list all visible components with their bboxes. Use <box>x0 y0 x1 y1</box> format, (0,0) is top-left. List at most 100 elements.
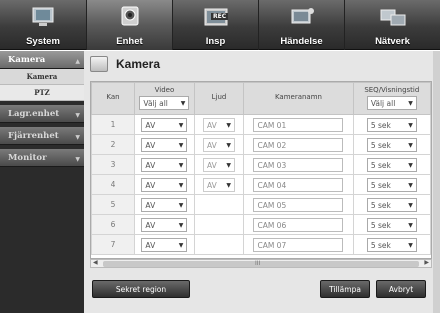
camera-name-input[interactable]: CAM 06 <box>253 217 344 232</box>
scroll-right-icon[interactable]: ▶ <box>424 259 429 266</box>
seq-select[interactable]: 5 sek ▼ <box>366 217 417 232</box>
tab-natverk-label: Nätverk <box>375 36 410 47</box>
seq-select[interactable]: 5 sek ▼ <box>366 197 417 212</box>
page-title: Kamera <box>116 57 161 71</box>
sidebar-group-label: Lagr.enhet <box>8 109 60 119</box>
dropdown-arrow-icon: ▼ <box>226 161 232 169</box>
dropdown-arrow-icon: ▼ <box>178 221 184 229</box>
sidebar-group-kamera[interactable]: Kamera ▲ <box>0 51 84 69</box>
audio-cell-empty <box>193 194 245 215</box>
scrollbar-thumb[interactable] <box>103 261 419 267</box>
sidebar-group-label: Monitor <box>8 153 47 163</box>
system-icon <box>32 7 54 26</box>
sidebar-group-fjarrenhet[interactable]: Fjärrenhet ▼ <box>0 127 84 145</box>
dropdown-arrow-icon: ▼ <box>226 121 232 129</box>
apply-button[interactable]: Tillämpa <box>320 280 370 298</box>
event-icon <box>291 8 314 24</box>
camera-name-input[interactable]: CAM 01 <box>253 117 344 132</box>
row-number: 5 <box>91 194 136 215</box>
table-row: 3 AV ▼ AV ▼ CAM 03 5 sek ▼ <box>91 154 431 175</box>
sidebar-item-kamera[interactable]: Kamera <box>0 69 84 85</box>
dropdown-arrow-icon: ▼ <box>178 121 184 129</box>
panel-header: Kamera <box>90 54 160 74</box>
col-kameranamn: Kameranamn <box>243 82 354 115</box>
dropdown-arrow-icon: ▼ <box>408 181 413 189</box>
sidebar-item-ptz[interactable]: PTZ <box>0 85 84 101</box>
sidebar-group-label: Kamera <box>8 55 46 65</box>
tab-system-label: System <box>26 36 60 47</box>
sidebar-group-lagrenhet[interactable]: Lagr.enhet ▼ <box>0 105 84 123</box>
seq-select[interactable]: 5 sek ▼ <box>366 157 417 172</box>
video-select[interactable]: AV ▼ <box>141 237 188 252</box>
cancel-button[interactable]: Avbryt <box>376 280 426 298</box>
seq-select[interactable]: 5 sek ▼ <box>366 137 417 152</box>
table-row: 7 AV ▼ CAM 07 5 sek ▼ <box>91 234 431 255</box>
video-select-all[interactable]: Välj all ▼ <box>139 96 190 110</box>
col-kan: Kan <box>91 82 136 115</box>
audio-select[interactable]: AV ▼ <box>203 137 236 152</box>
seq-select[interactable]: 5 sek ▼ <box>366 177 417 192</box>
col-video: Video Välj all ▼ <box>134 82 195 115</box>
expand-icon: ▼ <box>75 156 80 163</box>
rec-badge: REC <box>211 13 229 20</box>
tab-insp-label: Insp <box>205 36 226 47</box>
tab-natverk[interactable]: Nätverk <box>344 0 440 50</box>
audio-select[interactable]: AV ▼ <box>203 117 236 132</box>
row-number: 6 <box>91 214 136 235</box>
tab-system[interactable]: System <box>0 0 86 50</box>
seq-select-all[interactable]: Välj all ▼ <box>366 96 417 110</box>
video-select[interactable]: AV ▼ <box>141 157 188 172</box>
sidebar-group-label: Fjärrenhet <box>8 131 59 141</box>
dropdown-arrow-icon: ▼ <box>408 221 413 229</box>
camera-icon <box>90 56 108 72</box>
camera-name-input[interactable]: CAM 05 <box>253 197 344 212</box>
device-icon <box>121 6 138 26</box>
video-select[interactable]: AV ▼ <box>141 197 188 212</box>
table-row: 2 AV ▼ AV ▼ CAM 02 5 sek ▼ <box>91 134 431 155</box>
collapse-icon: ▲ <box>75 58 80 65</box>
video-select[interactable]: AV ▼ <box>141 137 188 152</box>
dropdown-arrow-icon: ▼ <box>408 121 413 129</box>
secret-region-button[interactable]: Sekret region <box>92 280 190 298</box>
video-select[interactable]: AV ▼ <box>141 217 188 232</box>
col-seq: SEQ/Visningstid Välj all ▼ <box>352 82 431 115</box>
audio-cell-empty <box>193 234 245 255</box>
row-number: 4 <box>91 174 136 195</box>
dropdown-arrow-icon: ▼ <box>178 141 184 149</box>
dropdown-arrow-icon: ▼ <box>408 201 413 209</box>
camera-name-input[interactable]: CAM 04 <box>253 177 344 192</box>
row-number: 3 <box>91 154 136 175</box>
camera-name-input[interactable]: CAM 02 <box>253 137 344 152</box>
scroll-left-icon[interactable]: ◀ <box>93 259 98 266</box>
camera-panel: Kamera Kan Video Välj all ▼ Ljud Kamerana… <box>84 51 440 313</box>
dropdown-arrow-icon: ▼ <box>178 201 184 209</box>
seq-select[interactable]: 5 sek ▼ <box>366 117 417 132</box>
audio-select[interactable]: AV ▼ <box>203 157 236 172</box>
camera-name-input[interactable]: CAM 03 <box>253 157 344 172</box>
tab-insp[interactable]: REC Insp <box>172 0 258 50</box>
sidebar-group-monitor[interactable]: Monitor ▼ <box>0 149 84 167</box>
seq-select[interactable]: 5 sek ▼ <box>366 237 417 252</box>
tab-handelse[interactable]: Händelse <box>258 0 344 50</box>
expand-icon: ▼ <box>75 134 80 141</box>
table-row: 5 AV ▼ CAM 05 5 sek ▼ <box>91 194 431 215</box>
row-number: 1 <box>91 114 136 135</box>
vertical-scrollbar[interactable] <box>433 51 440 313</box>
sidebar: Kamera ▲ Kamera PTZ Lagr.enhet ▼ Fjärren… <box>0 51 84 313</box>
dropdown-arrow-icon: ▼ <box>178 241 184 249</box>
table-row: 1 AV ▼ AV ▼ CAM 01 5 sek ▼ <box>91 114 431 135</box>
video-select[interactable]: AV ▼ <box>141 117 188 132</box>
row-number: 7 <box>91 234 136 255</box>
tab-enhet-label: Enhet <box>116 36 143 47</box>
top-nav: System Enhet REC Insp Händelse Nätverk <box>0 0 440 50</box>
tab-enhet[interactable]: Enhet <box>86 0 172 50</box>
camera-name-input[interactable]: CAM 07 <box>253 237 344 252</box>
audio-select[interactable]: AV ▼ <box>203 177 236 192</box>
video-select[interactable]: AV ▼ <box>141 177 188 192</box>
col-ljud: Ljud <box>193 82 245 115</box>
dropdown-arrow-icon: ▼ <box>178 181 184 189</box>
horizontal-scrollbar[interactable]: ◀ III ▶ <box>90 259 432 268</box>
table-row: 6 AV ▼ CAM 06 5 sek ▼ <box>91 214 431 235</box>
dropdown-arrow-icon: ▼ <box>180 100 186 107</box>
dropdown-arrow-icon: ▼ <box>178 161 184 169</box>
